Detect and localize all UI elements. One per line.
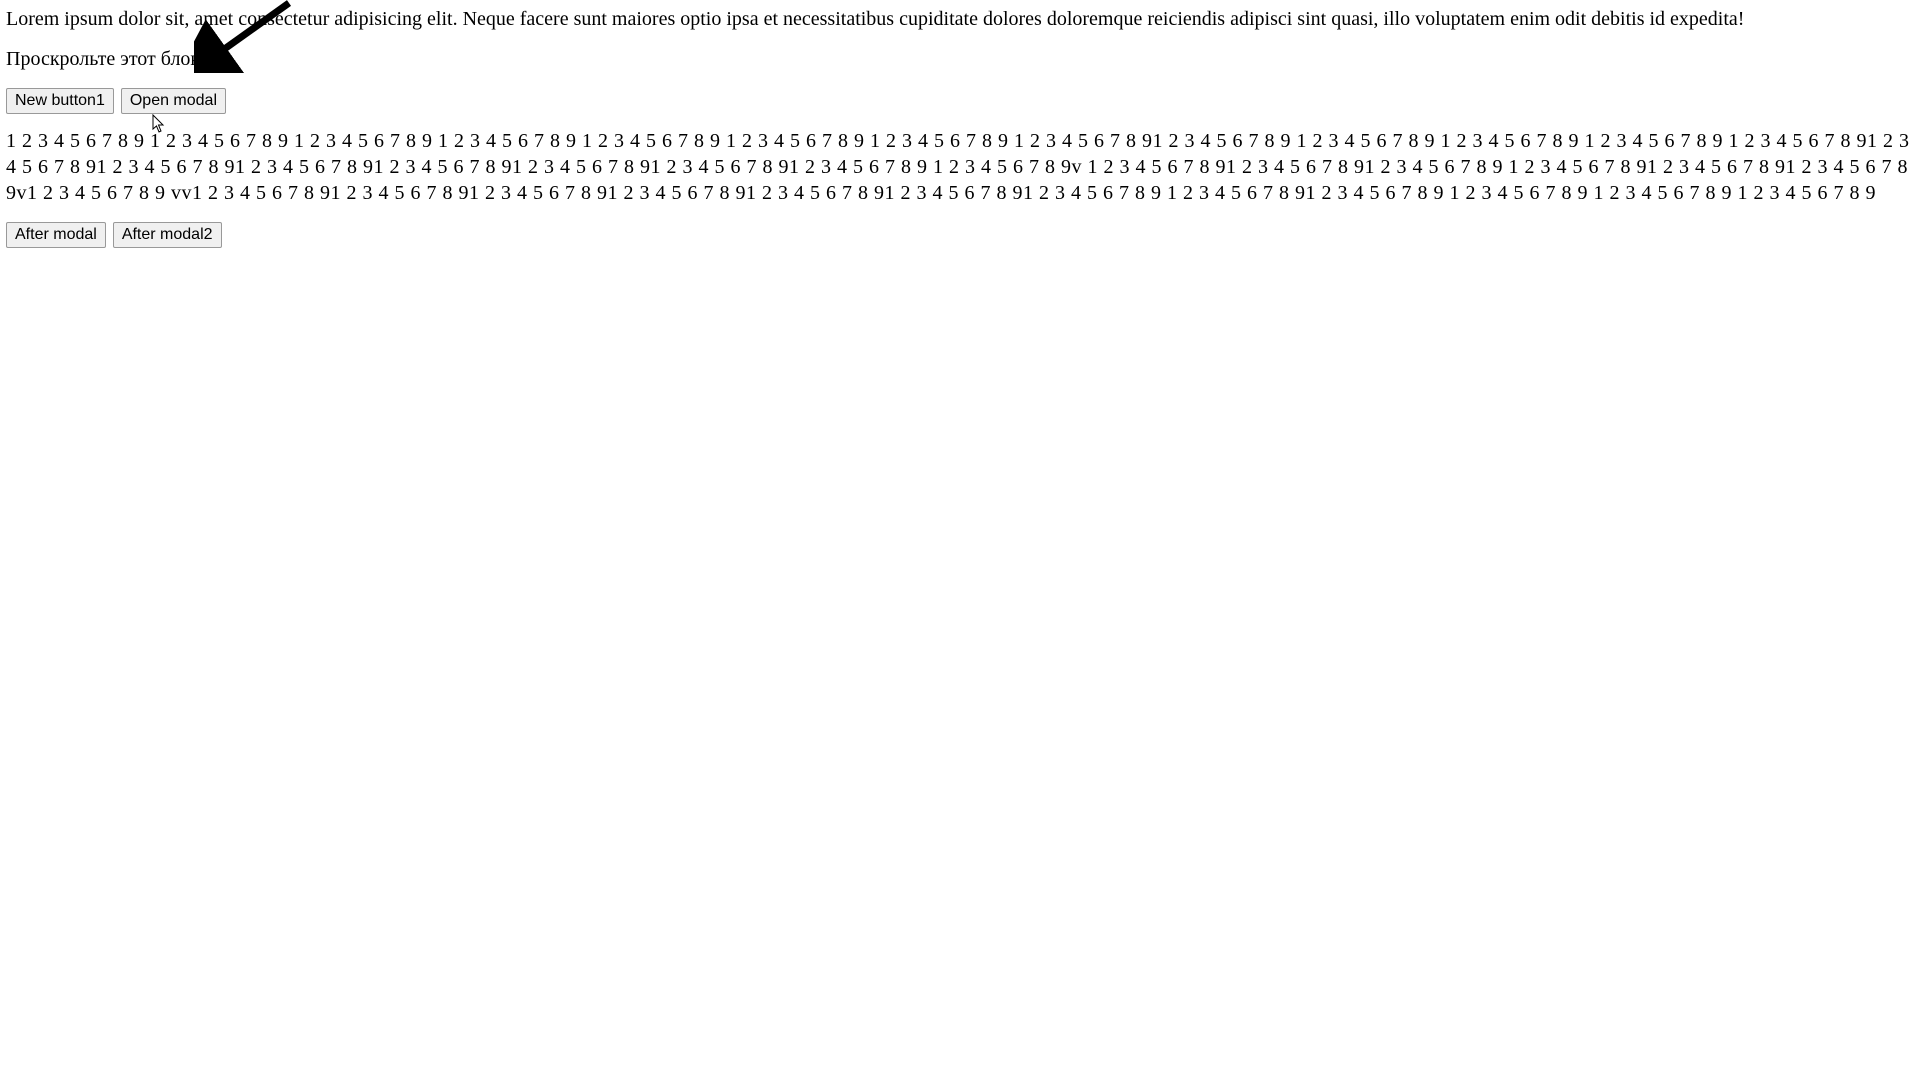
button-row-bottom: After modal After modal2 <box>6 220 1914 248</box>
new-button1[interactable]: New button1 <box>6 88 114 114</box>
scroll-instruction: Проскрольте этот блок <box>6 46 1914 72</box>
open-modal-button[interactable]: Open modal <box>121 88 226 114</box>
intro-paragraph: Lorem ipsum dolor sit, amet consectetur … <box>6 6 1914 32</box>
scroll-instruction-text: Проскрольте этот блок <box>6 48 200 70</box>
after-modal-button[interactable]: After modal <box>6 222 106 248</box>
after-modal2-button[interactable]: After modal2 <box>113 222 222 248</box>
button-row-top: New button1 Open modal <box>6 86 1914 114</box>
numbers-block: 1 2 3 4 5 6 7 8 9 1 2 3 4 5 6 7 8 9 1 2 … <box>6 128 1914 206</box>
